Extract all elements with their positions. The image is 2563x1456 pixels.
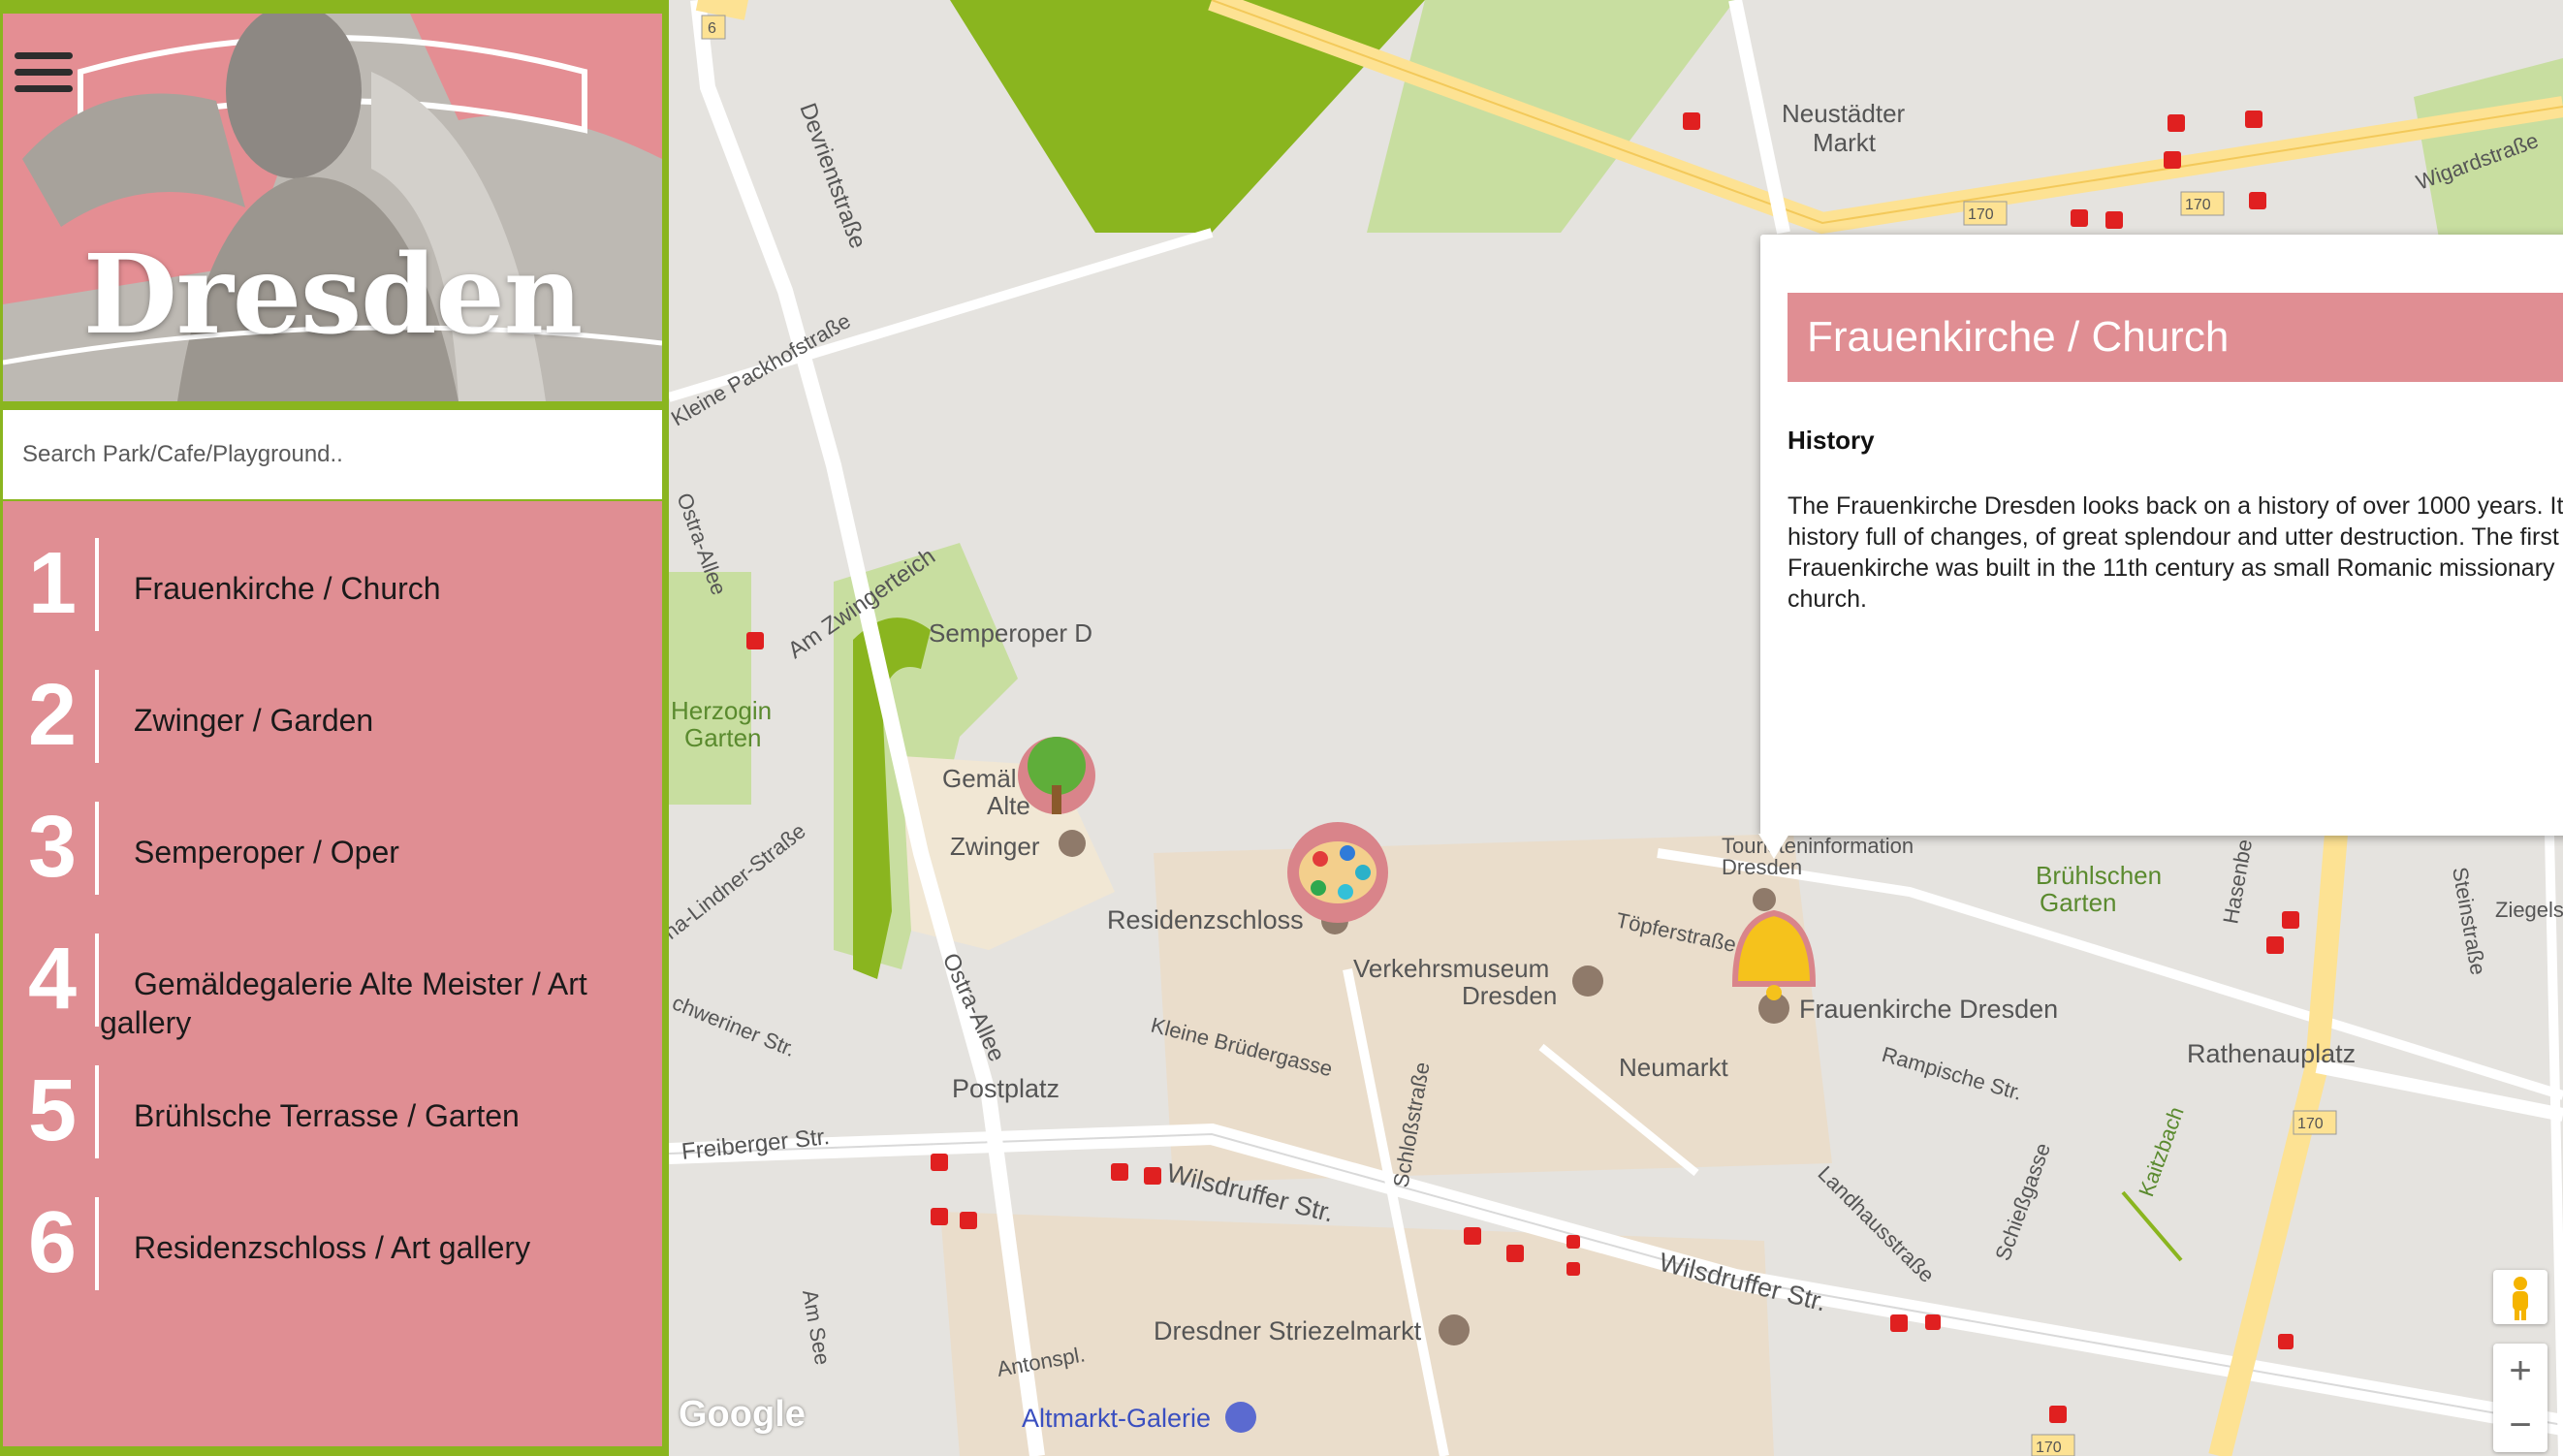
place-number: 3: [28, 799, 78, 896]
place-number: 6: [28, 1194, 78, 1291]
info-window: × Frauenkirche / Church History The Frau…: [1760, 235, 2563, 836]
map-label: Brühlschen: [2036, 861, 2162, 890]
zoom-out-button[interactable]: −: [2493, 1398, 2547, 1452]
place-name: Residenzschloss / Art gallery: [134, 1230, 531, 1265]
road-steinstr: [2545, 833, 2563, 1456]
map-label: Gemäl: [942, 764, 1017, 793]
place-number: 1: [28, 535, 78, 632]
map-label: Altmarkt-Galerie: [1022, 1404, 1211, 1433]
map-label: Garten: [2040, 888, 2117, 917]
map-label: Neumarkt: [1619, 1053, 1728, 1082]
place-number: 5: [28, 1062, 78, 1159]
road-170: [2208, 833, 2348, 1456]
map-label: Hasenbe: [2218, 838, 2257, 926]
museum-icon[interactable]: [1572, 965, 1603, 997]
creek-kaitzbach: [2121, 1190, 2183, 1262]
list-item[interactable]: 6 Residenzschloss / Art gallery: [3, 1160, 662, 1292]
zoom-in-button[interactable]: +: [2493, 1344, 2547, 1398]
hero-banner: Dresden: [3, 14, 662, 401]
street-view-pegman-icon[interactable]: [2493, 1270, 2547, 1324]
map-label: Rathenauplatz: [2187, 1039, 2356, 1068]
route-label: 170: [1968, 206, 1994, 223]
search-box: [3, 410, 662, 499]
map-label: Schießgasse: [1990, 1140, 2055, 1264]
divider: [95, 934, 99, 1027]
map-label: Residenzschloss: [1107, 905, 1304, 934]
map-label: Kaitzbach: [2134, 1103, 2189, 1199]
menu-icon[interactable]: [15, 52, 73, 97]
map-label: Ziegels: [2495, 898, 2563, 922]
map-label: Frauenkirche Dresden: [1799, 995, 2058, 1024]
info-icon[interactable]: [1753, 888, 1776, 911]
map-label: Garten: [684, 723, 762, 752]
map-label: Semperoper D: [929, 618, 1092, 648]
list-item[interactable]: 3 Semperoper / Oper: [3, 765, 662, 897]
divider: [95, 802, 99, 895]
place-name: Frauenkirche / Church: [134, 571, 441, 606]
info-window-pointer: [1758, 834, 1789, 859]
place-name: Brühlsche Terrasse / Garten: [134, 1098, 520, 1133]
map-label: Neustädter: [1782, 99, 1906, 128]
map-label: Devrientstraße: [794, 100, 870, 252]
sidebar: Dresden 1 Frauenkirche / Church 2 Zwinge…: [0, 0, 669, 1456]
map-label: Markt: [1813, 128, 1877, 157]
list-item[interactable]: 4 Gemäldegalerie Alte Meister / Art gall…: [3, 897, 662, 1040]
divider: [95, 670, 99, 763]
place-number: 4: [28, 931, 78, 1028]
herzogin-garten-area: [669, 572, 751, 805]
shopping-icon[interactable]: [1225, 1402, 1256, 1433]
palette-marker-icon[interactable]: [1287, 822, 1388, 923]
map-label: Verkehrsmuseum: [1353, 954, 1549, 983]
road-major-6: [695, 0, 748, 20]
map-label: chweriner Str.: [669, 990, 799, 1061]
place-name: Semperoper / Oper: [134, 835, 399, 870]
route-label: 170: [2297, 1116, 2324, 1132]
list-item[interactable]: 1 Frauenkirche / Church: [3, 501, 662, 633]
map-label: Dresdner Striezelmarkt: [1154, 1316, 1422, 1345]
map[interactable]: 6 170 170 170 170 Neustädter Markt Devri…: [669, 0, 2563, 1456]
route-label: 170: [2036, 1440, 2062, 1456]
map-label: Am See: [798, 1288, 835, 1367]
road-rathenau: [2315, 1060, 2563, 1122]
route-label: 6: [708, 20, 716, 37]
place-number: 2: [28, 667, 78, 764]
list-item[interactable]: 2 Zwinger / Garden: [3, 633, 662, 765]
map-label: Landhausstraße: [1813, 1161, 1939, 1287]
tree-marker-icon[interactable]: [1018, 737, 1095, 814]
google-logo: Google: [679, 1394, 806, 1435]
map-label: Dresden: [1462, 981, 1557, 1010]
place-list: 1 Frauenkirche / Church 2 Zwinger / Gard…: [3, 501, 662, 1446]
divider: [95, 1197, 99, 1290]
market-icon[interactable]: [1439, 1314, 1470, 1345]
city-title: Dresden: [82, 232, 583, 359]
divider: [95, 538, 99, 631]
divider: [95, 1065, 99, 1158]
place-name: Zwinger / Garden: [134, 703, 374, 738]
info-window-text: The Frauenkirche Dresden looks back on a…: [1788, 492, 2563, 613]
map-label: Herzogin: [671, 696, 772, 725]
poi-icon[interactable]: [1059, 830, 1086, 857]
map-label: na-Lindner-Straße: [669, 818, 810, 944]
search-input[interactable]: [3, 410, 662, 499]
info-window-heading: History: [1788, 426, 1875, 455]
map-label: Steinstraße: [2448, 866, 2490, 977]
zoom-control: + −: [2493, 1344, 2547, 1452]
map-label: Zwinger: [950, 832, 1040, 861]
map-label: Postplatz: [952, 1074, 1060, 1103]
map-label: Rampische Str.: [1880, 1042, 2025, 1105]
list-item[interactable]: 5 Brühlsche Terrasse / Garten: [3, 1029, 662, 1160]
river-green-area: [950, 0, 1425, 233]
route-label: 170: [2185, 197, 2211, 213]
info-window-title: Frauenkirche / Church: [1788, 293, 2563, 382]
